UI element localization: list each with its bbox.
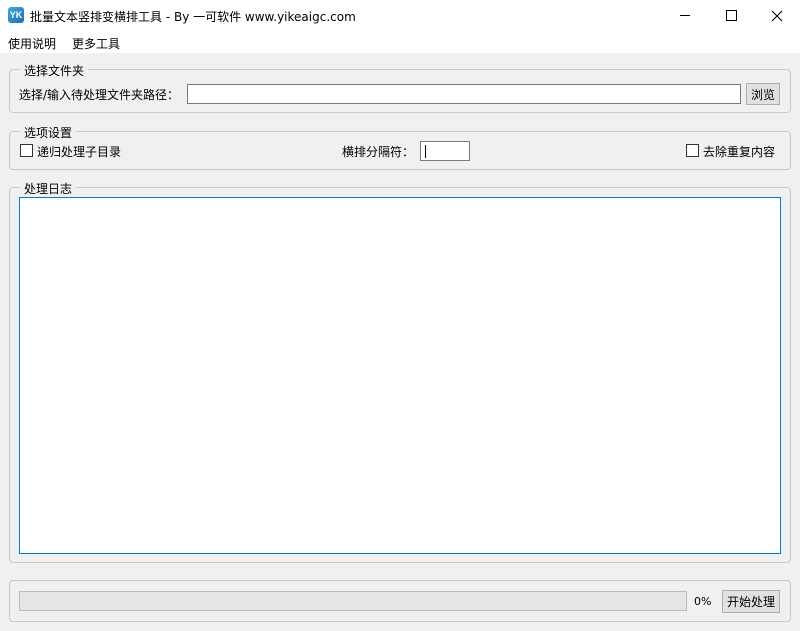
- log-textarea[interactable]: [19, 197, 781, 554]
- folder-path-label: 选择/输入待处理文件夹路径：: [19, 88, 180, 102]
- close-icon: [771, 10, 783, 21]
- app-icon: YK: [8, 7, 24, 23]
- progress-percent: 0%: [694, 595, 712, 608]
- recursive-checkbox[interactable]: [20, 144, 33, 157]
- start-processing-button[interactable]: 开始处理: [722, 590, 780, 613]
- browse-button-label: 浏览: [750, 87, 775, 102]
- log-group-legend: 处理日志: [20, 180, 77, 197]
- separator-label: 横排分隔符：: [342, 145, 415, 159]
- dedupe-label: 去除重复内容: [703, 145, 776, 159]
- close-button[interactable]: [754, 0, 800, 31]
- dedupe-checkbox[interactable]: [686, 144, 699, 157]
- menu-bar: 使用说明 更多工具: [0, 31, 800, 53]
- menu-item-more-tools[interactable]: 更多工具: [72, 35, 120, 52]
- options-group-legend: 选项设置: [20, 124, 77, 141]
- window-title: 批量文本竖排变横排工具 - By 一可软件 www.yikeaigc.com: [30, 10, 356, 24]
- separator-input[interactable]: [420, 141, 470, 161]
- title-bar: YK 批量文本竖排变横排工具 - By 一可软件 www.yikeaigc.co…: [0, 0, 800, 31]
- menu-item-help[interactable]: 使用说明: [8, 35, 56, 52]
- maximize-button[interactable]: [708, 0, 754, 31]
- progress-bar: [19, 591, 687, 611]
- folder-path-input[interactable]: [187, 84, 741, 104]
- recursive-label: 递归处理子目录: [37, 145, 122, 159]
- start-processing-label: 开始处理: [726, 595, 775, 609]
- browse-button[interactable]: 浏览: [746, 83, 780, 105]
- text-caret: [425, 145, 426, 158]
- minimize-button[interactable]: [662, 0, 708, 31]
- minimize-icon: [680, 15, 690, 16]
- folder-group-legend: 选择文件夹: [20, 62, 89, 79]
- maximize-icon: [725, 10, 737, 21]
